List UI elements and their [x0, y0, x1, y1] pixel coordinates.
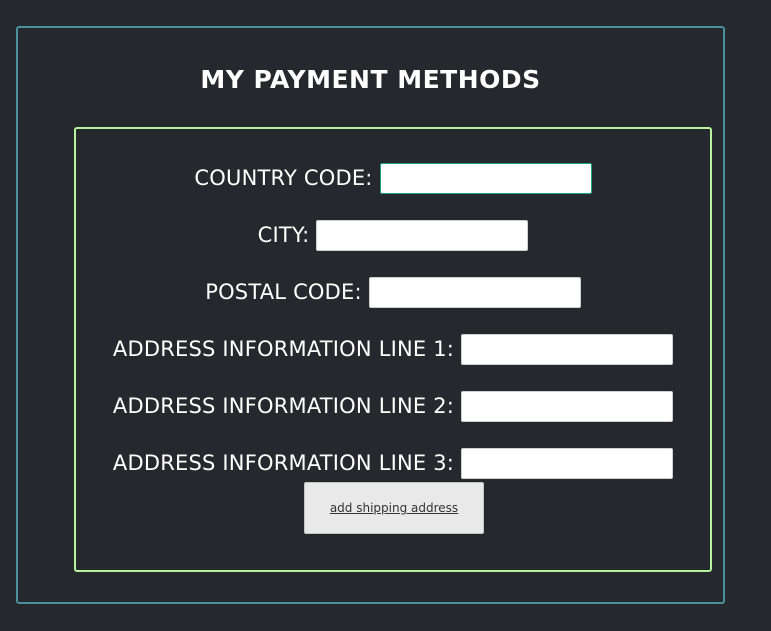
address-line-2-row: ADDRESS INFORMATION LINE 2: [76, 390, 710, 422]
postal-code-input[interactable] [368, 276, 581, 308]
city-input[interactable] [316, 219, 529, 251]
city-row: CITY: [76, 219, 710, 251]
address-line-3-row: ADDRESS INFORMATION LINE 3: [76, 447, 710, 479]
address-line-2-input[interactable] [461, 390, 674, 422]
city-label: CITY: [257, 223, 310, 247]
country-code-row: COUNTRY CODE: [76, 162, 710, 194]
address-line-3-label: ADDRESS INFORMATION LINE 3: [112, 451, 455, 475]
address-line-2-label: ADDRESS INFORMATION LINE 2: [112, 394, 455, 418]
postal-code-label: POSTAL CODE: [205, 280, 362, 304]
address-line-1-input[interactable] [461, 333, 674, 365]
postal-code-row: POSTAL CODE: [76, 276, 710, 308]
country-code-label: COUNTRY CODE: [194, 166, 373, 190]
payment-methods-panel: MY PAYMENT METHODS COUNTRY CODE: CITY: P… [16, 26, 725, 604]
country-code-input[interactable] [379, 162, 592, 194]
shipping-address-form: COUNTRY CODE: CITY: POSTAL CODE: ADDRESS… [74, 127, 712, 572]
address-line-1-label: ADDRESS INFORMATION LINE 1: [112, 337, 455, 361]
add-shipping-address-button[interactable]: add shipping address [304, 482, 484, 534]
page-title: MY PAYMENT METHODS [200, 65, 541, 94]
address-line-3-input[interactable] [461, 447, 674, 479]
address-line-1-row: ADDRESS INFORMATION LINE 1: [76, 333, 710, 365]
